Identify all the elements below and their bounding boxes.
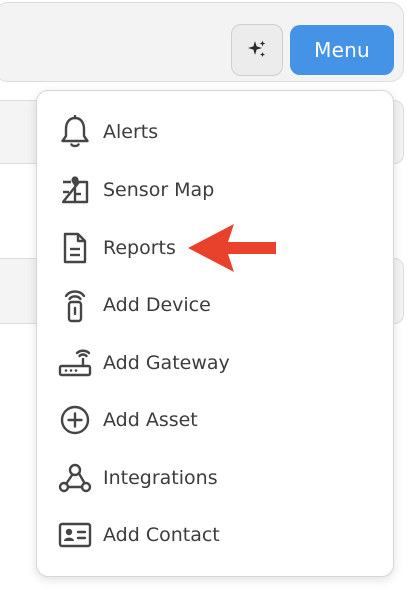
menu-item-label: Integrations [103, 467, 218, 489]
document-icon [57, 230, 93, 266]
dropdown-menu: Alerts Sensor Map Reports Add Device Add… [36, 90, 394, 577]
gateway-icon [57, 345, 93, 381]
sensor-device-icon [57, 287, 93, 323]
sparkle-icon [248, 40, 266, 57]
menu-item-add-device[interactable]: Add Device [37, 281, 393, 329]
menu-item-label: Alerts [103, 121, 159, 143]
plus-circle-icon [57, 402, 93, 438]
sensor-map-icon [57, 172, 93, 208]
menu-item-add-asset[interactable]: Add Asset [37, 396, 393, 444]
menu-item-label: Add Contact [103, 524, 220, 546]
menu-item-add-gateway[interactable]: Add Gateway [37, 339, 393, 387]
integrations-icon [57, 460, 93, 496]
menu-item-sensor-map[interactable]: Sensor Map [37, 166, 393, 214]
menu-item-label: Add Gateway [103, 352, 230, 374]
menu-item-label: Sensor Map [103, 179, 215, 201]
menu-item-label: Add Asset [103, 409, 198, 431]
red-arrow-icon [188, 224, 276, 272]
bell-icon [57, 114, 93, 150]
menu-item-alerts[interactable]: Alerts [37, 108, 393, 156]
menu-item-integrations[interactable]: Integrations [37, 454, 393, 502]
menu-item-add-contact[interactable]: Add Contact [37, 511, 393, 559]
sparkle-button[interactable] [231, 24, 283, 76]
menu-button[interactable]: Menu [290, 25, 394, 75]
menu-item-label: Add Device [103, 294, 211, 316]
menu-item-label: Reports [103, 237, 176, 259]
contact-card-icon [57, 517, 93, 553]
